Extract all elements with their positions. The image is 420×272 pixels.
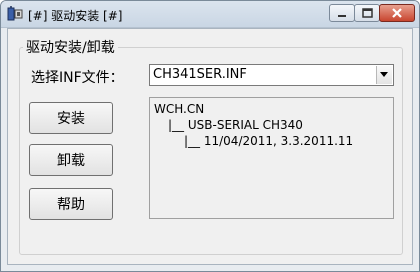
close-button[interactable] (379, 4, 415, 22)
uninstall-button[interactable]: 卸载 (29, 144, 113, 176)
title-bar[interactable]: [#] 驱动安装 [#] (1, 1, 419, 28)
maximize-button[interactable] (354, 4, 380, 22)
inf-file-label: 选择INF文件： (31, 70, 124, 86)
driver-version: |__ 11/04/2011, 3.3.2011.11 (184, 134, 354, 148)
minimize-button[interactable] (329, 4, 355, 22)
driver-vendor: WCH.CN (154, 102, 205, 116)
dropdown-button[interactable] (376, 66, 392, 84)
chevron-down-icon (380, 72, 388, 77)
groupbox-legend: 驱动安装/卸载 (23, 37, 118, 57)
driver-info-box: WCH.CN |__ USB-SERIAL CH340 |__ 11/04/20… (149, 97, 394, 219)
usb-driver-app-icon (6, 5, 24, 23)
minimize-icon (338, 15, 346, 17)
install-button[interactable]: 安装 (29, 102, 113, 134)
help-button[interactable]: 帮助 (29, 188, 113, 220)
inf-file-select[interactable]: CH341SER.INF (149, 64, 394, 86)
window-title: [#] 驱动安装 [#] (28, 9, 123, 23)
close-icon (392, 8, 402, 18)
dialog-client-area: 驱动安装/卸载 选择INF文件： CH341SER.INF 安装 卸载 帮助 W… (7, 28, 413, 265)
inf-file-value: CH341SER.INF (153, 67, 247, 82)
driver-device: |__ USB-SERIAL CH340 (168, 118, 303, 132)
maximize-icon (362, 8, 373, 18)
driver-install-window: [#] 驱动安装 [#] 驱动安装/卸载 选择INF文件： CH341SER.I… (0, 0, 420, 272)
